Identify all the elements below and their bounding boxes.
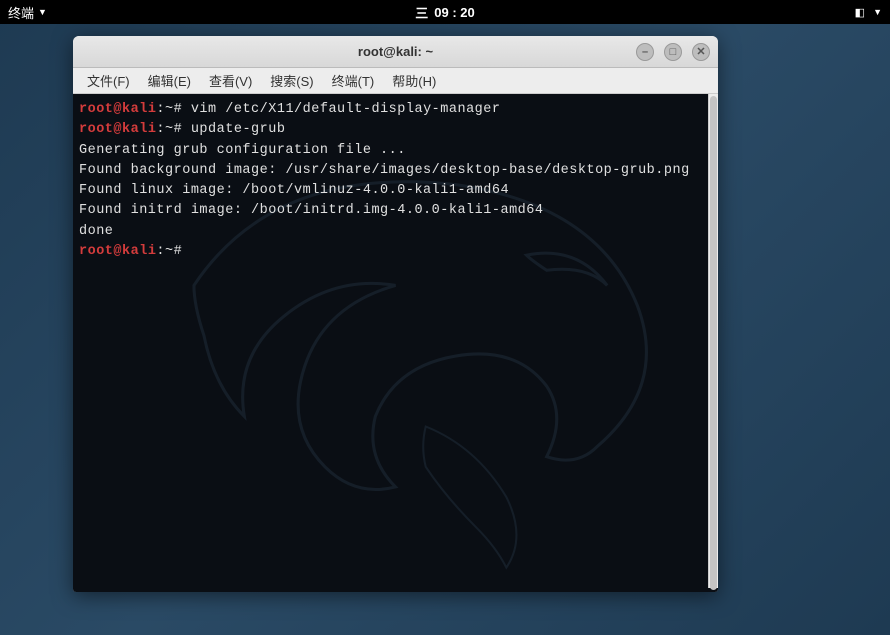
clock-time: 09 : 20 <box>434 5 474 20</box>
terminal-window: root@kali: ~ – □ ✕ 文件(F) 编辑(E) 查看(V) 搜索(… <box>73 36 718 592</box>
window-title: root@kali: ~ <box>358 44 433 59</box>
status-network-icon: ◧ <box>855 6 865 19</box>
maximize-icon: □ <box>670 46 677 58</box>
terminal-line: Found background image: /usr/share/image… <box>79 161 712 181</box>
prompt-user: root@ <box>79 102 122 117</box>
terminal-line: root@kali:~# update-grub <box>79 120 712 140</box>
clock-day: 三 <box>415 3 428 22</box>
prompt-command <box>182 244 191 259</box>
menu-view[interactable]: 查看(V) <box>201 68 260 93</box>
prompt-command: vim /etc/X11/default-display-manager <box>182 102 500 117</box>
prompt-user: root@ <box>79 122 122 137</box>
minimize-button[interactable]: – <box>636 43 654 61</box>
topbar-clock[interactable]: 三 09 : 20 <box>415 3 475 22</box>
app-indicator-label: 终端 <box>8 3 34 22</box>
prompt-command: update-grub <box>182 122 285 137</box>
prompt-path: :~# <box>156 122 182 137</box>
topbar-status-area[interactable]: ◧ ▼ <box>855 6 882 19</box>
prompt-host: kali <box>122 244 156 259</box>
chevron-down-icon: ▼ <box>38 7 47 17</box>
close-button[interactable]: ✕ <box>692 43 710 61</box>
menu-file[interactable]: 文件(F) <box>79 68 138 93</box>
menu-edit[interactable]: 编辑(E) <box>140 68 199 93</box>
menu-terminal[interactable]: 终端(T) <box>324 68 383 93</box>
minimize-icon: – <box>642 46 648 58</box>
terminal-line: root@kali:~# vim /etc/X11/default-displa… <box>79 100 712 120</box>
prompt-path: :~# <box>156 102 182 117</box>
maximize-button[interactable]: □ <box>664 43 682 61</box>
chevron-down-icon: ▼ <box>873 7 882 17</box>
prompt-path: :~# <box>156 244 182 259</box>
window-titlebar[interactable]: root@kali: ~ – □ ✕ <box>73 36 718 68</box>
menubar: 文件(F) 编辑(E) 查看(V) 搜索(S) 终端(T) 帮助(H) <box>73 68 718 94</box>
close-icon: ✕ <box>696 45 705 58</box>
terminal-line: Generating grub configuration file ... <box>79 141 712 161</box>
terminal-area[interactable]: root@kali:~# vim /etc/X11/default-displa… <box>73 94 718 592</box>
terminal-line: done <box>79 222 712 242</box>
terminal-content: root@kali:~# vim /etc/X11/default-displa… <box>79 100 712 262</box>
prompt-host: kali <box>122 122 156 137</box>
terminal-line: Found initrd image: /boot/initrd.img-4.0… <box>79 201 712 221</box>
window-controls: – □ ✕ <box>636 43 710 61</box>
prompt-user: root@ <box>79 244 122 259</box>
menu-help[interactable]: 帮助(H) <box>384 68 444 93</box>
terminal-line: root@kali:~# <box>79 242 712 262</box>
terminal-line: Found linux image: /boot/vmlinuz-4.0.0-k… <box>79 181 712 201</box>
menu-search[interactable]: 搜索(S) <box>262 68 321 93</box>
topbar-app-indicator[interactable]: 终端 ▼ <box>8 3 47 22</box>
prompt-host: kali <box>122 102 156 117</box>
desktop-topbar: 终端 ▼ 三 09 : 20 ◧ ▼ <box>0 0 890 24</box>
